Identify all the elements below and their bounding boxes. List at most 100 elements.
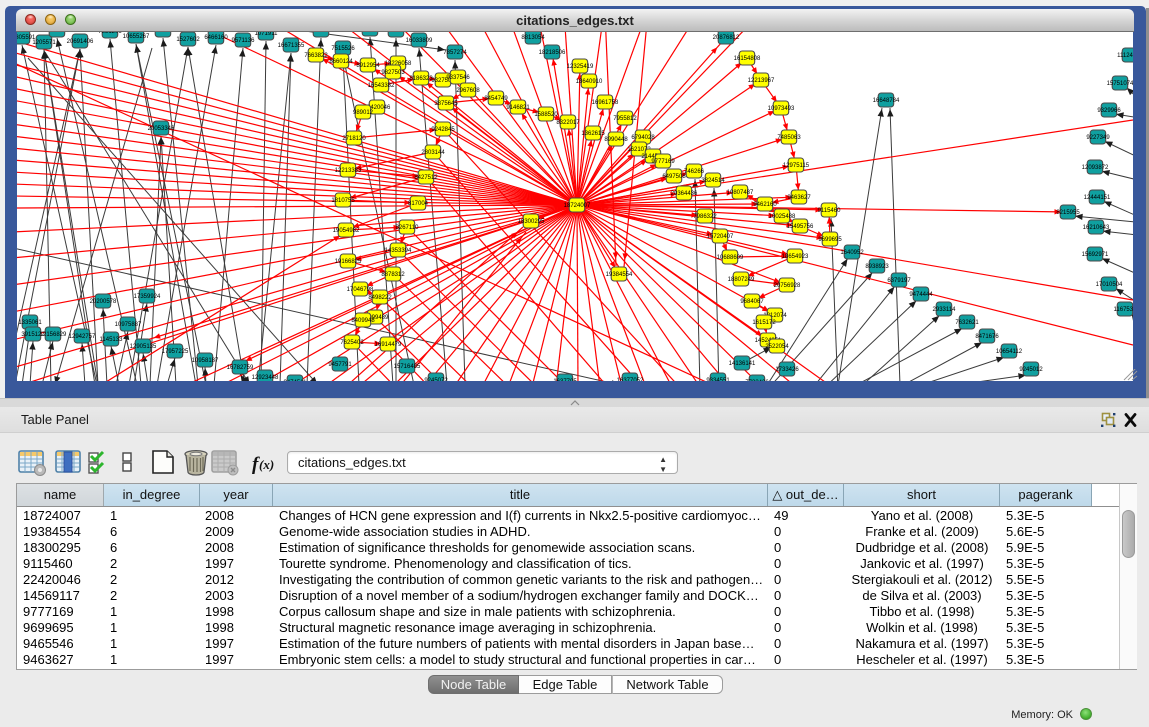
svg-text:16210643: 16210643 (1083, 225, 1110, 231)
svg-text:6497508: 6497508 (662, 174, 686, 180)
svg-text:8878312: 8878312 (381, 272, 405, 278)
svg-text:16377052: 16377052 (617, 378, 644, 381)
svg-text:16961758: 16961758 (592, 100, 619, 106)
svg-text:17957225: 17957225 (162, 349, 189, 355)
svg-text:20364436: 20364436 (671, 191, 698, 197)
svg-text:15273551: 15273551 (357, 32, 384, 33)
svg-text:2803144: 2803144 (421, 150, 445, 156)
svg-text:8990448: 8990448 (604, 137, 628, 143)
svg-text:10973493: 10973493 (768, 106, 795, 112)
svg-text:7663822: 7663822 (304, 53, 328, 59)
svg-text:12444151: 12444151 (1084, 195, 1111, 201)
svg-text:1362615: 1362615 (581, 131, 605, 137)
svg-text:1588520: 1588520 (534, 112, 558, 118)
svg-text:9242845: 9242845 (431, 127, 455, 133)
svg-text:9337546: 9337546 (446, 75, 470, 81)
svg-text:20756928: 20756928 (774, 283, 801, 289)
svg-text:12213967: 12213967 (748, 78, 775, 84)
svg-text:15495756: 15495756 (787, 224, 814, 230)
svg-text:16106224: 16106224 (383, 32, 410, 34)
svg-text:20200578: 20200578 (90, 299, 117, 305)
svg-text:8409948: 8409948 (351, 318, 375, 324)
svg-text:9777169: 9777169 (651, 159, 675, 165)
svg-text:17010504: 17010504 (1096, 282, 1123, 288)
svg-text:14136141: 14136141 (729, 361, 756, 367)
svg-text:7857274: 7857274 (443, 50, 467, 56)
svg-text:9474444: 9474444 (909, 292, 933, 298)
svg-text:16033809: 16033809 (406, 38, 433, 44)
svg-text:10655267: 10655267 (123, 34, 150, 40)
svg-text:9227349: 9227349 (1086, 135, 1110, 141)
svg-text:17359924: 17359924 (134, 294, 161, 300)
svg-text:9245072: 9245072 (424, 378, 448, 381)
svg-text:746266: 746266 (684, 169, 705, 175)
svg-text:8938923: 8938923 (865, 264, 889, 270)
svg-text:12156829: 12156829 (40, 332, 67, 338)
svg-text:12905135: 12905135 (130, 344, 157, 350)
svg-text:9115460: 9115460 (818, 208, 842, 214)
svg-text:9462160: 9462160 (753, 202, 777, 208)
svg-text:7485063: 7485063 (777, 135, 801, 141)
svg-text:8427512: 8427512 (414, 175, 438, 181)
svg-text:12093872: 12093872 (1082, 165, 1109, 171)
svg-text:8471676: 8471676 (975, 334, 999, 340)
svg-text:10653267: 10653267 (308, 32, 335, 34)
svg-text:7955812: 7955812 (613, 116, 637, 122)
svg-text:18724007: 18724007 (564, 203, 591, 209)
svg-text:10958187: 10958187 (192, 358, 219, 364)
svg-text:1733426: 1733426 (775, 367, 799, 373)
svg-text:12923448: 12923448 (252, 375, 279, 381)
svg-text:1637705: 1637705 (553, 379, 577, 381)
svg-text:9329966: 9329966 (1097, 108, 1121, 114)
svg-text:6794028: 6794028 (631, 135, 655, 141)
svg-text:8813054: 8813054 (521, 35, 545, 41)
svg-text:1640952: 1640952 (840, 250, 864, 256)
svg-text:15720407: 15720407 (707, 234, 734, 240)
svg-text:7515526: 7515526 (331, 46, 355, 52)
svg-text:8660124: 8660124 (329, 59, 353, 65)
svg-text:18640910: 18640910 (576, 79, 603, 85)
svg-text:9699695: 9699695 (818, 237, 842, 243)
svg-text:10807487: 10807487 (727, 190, 754, 196)
svg-text:20876812: 20876812 (713, 35, 740, 41)
svg-text:6379197: 6379197 (887, 278, 911, 284)
svg-text:989012: 989012 (353, 110, 374, 116)
svg-text:19384554: 19384554 (606, 272, 633, 278)
svg-text:19054982: 19054982 (333, 228, 360, 234)
svg-text:9936304: 9936304 (45, 32, 69, 34)
svg-text:9146821: 9146821 (506, 105, 530, 111)
svg-text:1167531: 1167531 (1114, 307, 1133, 313)
svg-text:1205571: 1205571 (32, 40, 56, 46)
svg-text:9457791: 9457791 (328, 362, 352, 368)
svg-text:6466160: 6466160 (204, 35, 228, 41)
svg-text:18300295: 18300295 (518, 219, 545, 225)
svg-text:15751074: 15751074 (1107, 81, 1133, 87)
svg-text:20691406: 20691406 (67, 39, 94, 45)
svg-text:16671355: 16671355 (278, 43, 305, 49)
svg-text:16914479: 16914479 (375, 342, 402, 348)
svg-text:20053346: 20053346 (148, 126, 175, 132)
svg-text:9684067: 9684067 (740, 299, 764, 305)
svg-text:8454749: 8454749 (484, 96, 508, 102)
svg-text:17046798: 17046798 (347, 287, 374, 293)
svg-text:1615172: 1615172 (752, 320, 776, 326)
svg-text:7625402: 7625402 (340, 340, 364, 346)
svg-text:15716485: 15716485 (394, 364, 421, 370)
svg-text:9827503: 9827503 (381, 70, 405, 76)
svg-text:10975887: 10975887 (115, 322, 142, 328)
svg-text:12325419: 12325419 (567, 64, 594, 70)
svg-text:14353394: 14353394 (385, 248, 412, 254)
svg-text:16782759: 16782759 (227, 365, 254, 371)
svg-text:1071911: 1071911 (255, 32, 279, 37)
svg-text:1145133: 1145133 (100, 337, 124, 343)
svg-text:12213383: 12213383 (335, 168, 362, 174)
svg-text:7632621: 7632621 (955, 320, 979, 326)
svg-text:12942757: 12942757 (69, 334, 96, 340)
svg-text:8322017: 8322017 (556, 120, 580, 126)
svg-text:16648784: 16648784 (873, 98, 900, 104)
svg-text:18807249: 18807249 (728, 277, 755, 283)
svg-text:10025488: 10025488 (769, 214, 796, 220)
svg-text:1810755: 1810755 (331, 198, 355, 204)
svg-text:(x): (x) (259, 457, 274, 472)
svg-text:817004: 817004 (408, 201, 429, 207)
